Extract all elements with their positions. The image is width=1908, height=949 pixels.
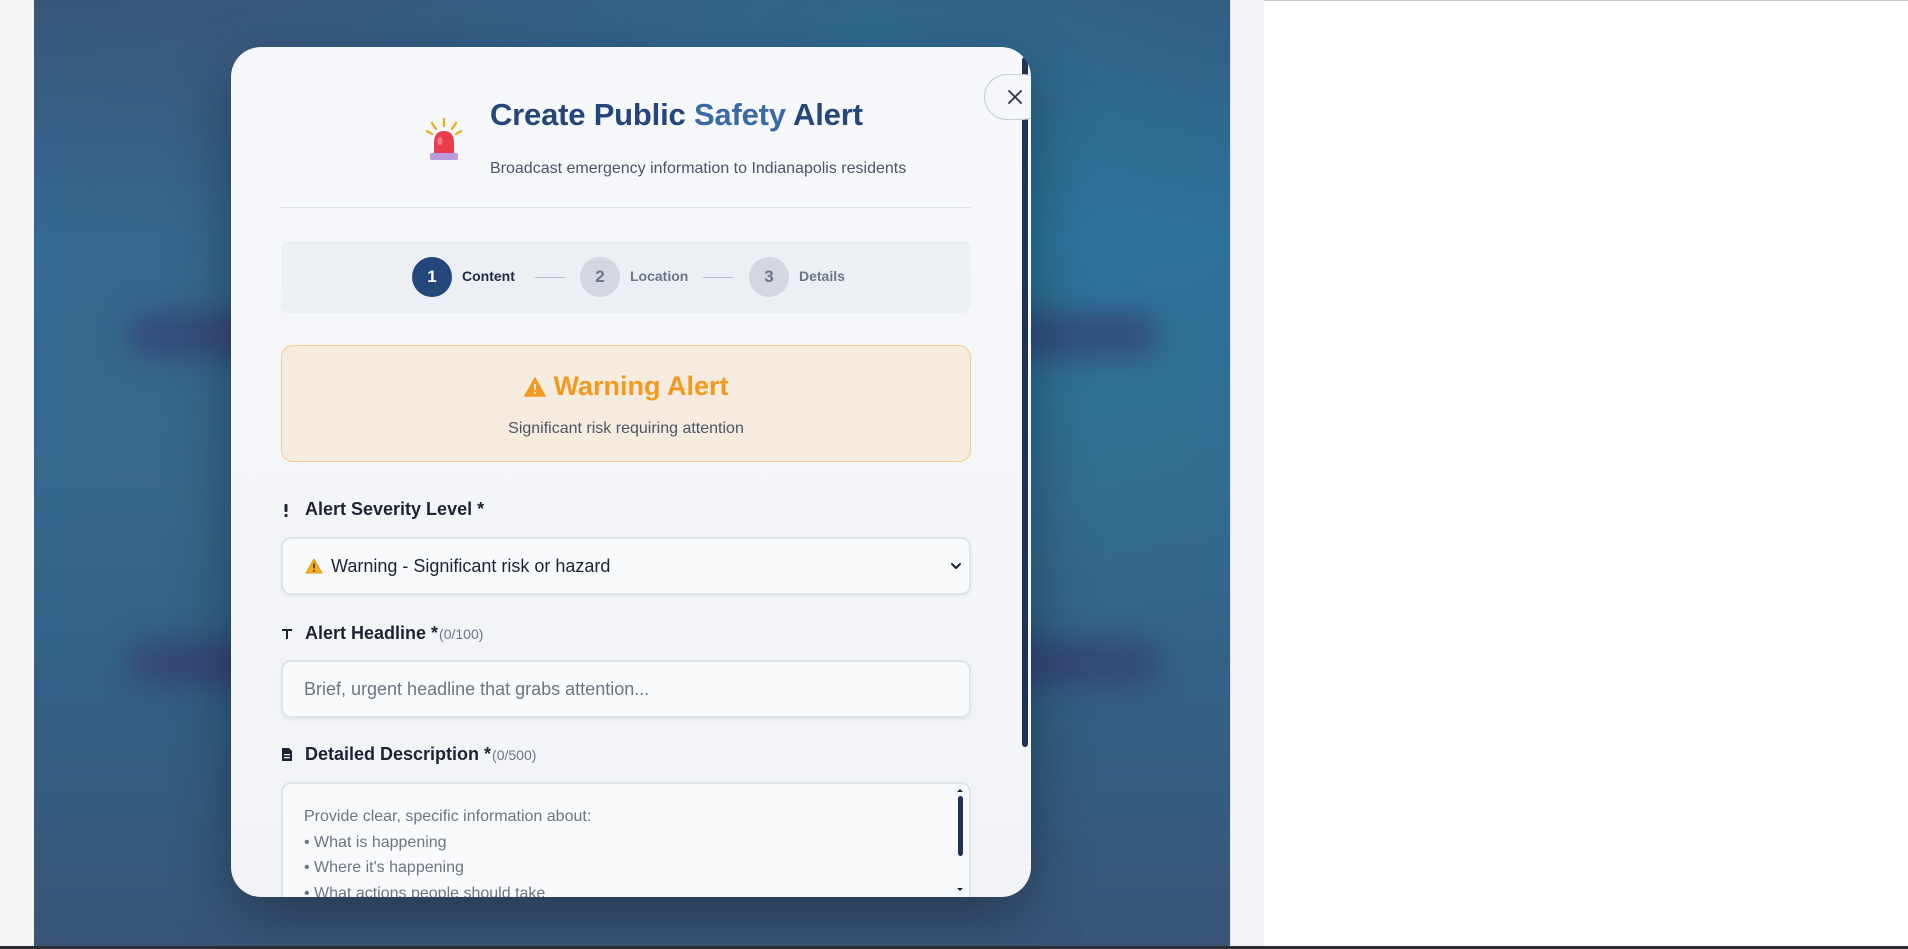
- step-2-label: Location: [630, 268, 689, 284]
- description-placeholder-line: • What is happening: [304, 833, 447, 851]
- step-1-circle[interactable]: 1: [412, 257, 452, 297]
- headline-char-count: (0/100): [439, 625, 484, 642]
- description-textarea[interactable]: Provide clear, specific information abou…: [281, 782, 971, 897]
- create-alert-modal: Create Public Safety Alert Broadcast eme…: [231, 47, 1031, 897]
- description-label: Detailed Description * (0/500): [281, 744, 536, 765]
- description-char-count: (0/500): [492, 746, 537, 763]
- exclamation-icon: [284, 503, 288, 517]
- severity-select[interactable]: Warning - Significant risk or hazard: [281, 537, 971, 595]
- step-indicator: 1 Content 2 Location 3 Details: [281, 241, 971, 313]
- modal-subtitle: Broadcast emergency information to India…: [490, 160, 907, 177]
- left-page-edge: [0, 0, 34, 949]
- chevron-down-icon: [951, 563, 961, 569]
- text-icon: [282, 628, 292, 639]
- step-3-circle[interactable]: 3: [749, 257, 789, 297]
- modal-scrollbar[interactable]: [1022, 57, 1028, 747]
- alert-preview-description: Significant risk requiring attention: [508, 420, 744, 437]
- headline-input[interactable]: [281, 660, 971, 718]
- warning-triangle-icon: [523, 376, 546, 397]
- modal-header: Create Public Safety Alert Broadcast eme…: [281, 47, 1031, 208]
- alert-preview-title: Warning Alert: [282, 371, 970, 402]
- textarea-scrollbar[interactable]: [953, 786, 967, 896]
- step-2-circle[interactable]: 2: [580, 257, 620, 297]
- warning-emoji-icon: [305, 558, 323, 574]
- description-placeholder-line: Provide clear, specific information abou…: [304, 808, 592, 825]
- siren-icon: [426, 117, 462, 160]
- right-page-edge: [1230, 0, 1264, 946]
- severity-selected-value: Warning - Significant risk or hazard: [331, 555, 611, 576]
- close-icon: [1008, 90, 1022, 104]
- severity-label: Alert Severity Level *: [281, 499, 484, 520]
- headline-label: Alert Headline * (0/100): [281, 623, 483, 644]
- alert-preview-card: Warning Alert Significant risk requiring…: [281, 345, 971, 462]
- top-divider: [1264, 0, 1908, 1]
- close-button[interactable]: [984, 74, 1031, 120]
- step-connector: [703, 277, 733, 278]
- description-placeholder-line: • Where it's happening: [304, 859, 464, 876]
- description-placeholder-line: • What actions people should take: [304, 884, 546, 898]
- document-icon: [282, 748, 292, 761]
- step-1-label: Content: [462, 268, 515, 284]
- step-connector: [535, 277, 565, 278]
- step-3-label: Details: [799, 268, 845, 284]
- modal-title: Create Public Safety Alert: [490, 97, 863, 132]
